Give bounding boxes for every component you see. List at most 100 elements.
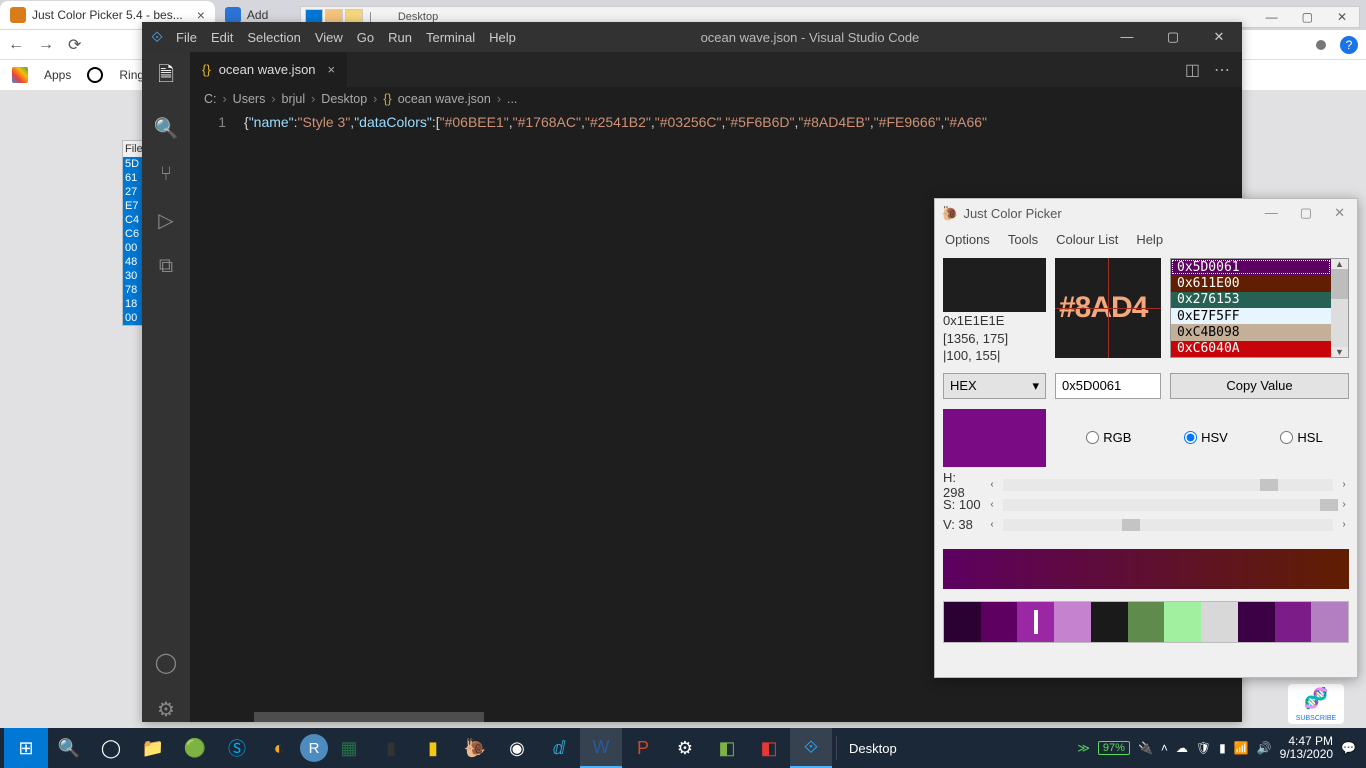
menu-run[interactable]: Run <box>388 30 412 45</box>
more-actions-icon[interactable]: ⋯ <box>1214 60 1230 80</box>
menu-terminal[interactable]: Terminal <box>426 30 475 45</box>
palette-swatch[interactable] <box>1238 602 1275 642</box>
forward-icon[interactable]: → <box>38 36 54 54</box>
crumb[interactable]: brjul <box>282 92 306 106</box>
help-badge-icon[interactable]: ? <box>1340 36 1358 54</box>
explorer-row[interactable]: C6 <box>123 227 143 241</box>
hex-value-input[interactable]: 0x5D0061 <box>1055 373 1161 399</box>
menu-colour-list[interactable]: Colour List <box>1056 232 1118 247</box>
menu-view[interactable]: View <box>315 30 343 45</box>
menu-edit[interactable]: Edit <box>211 30 233 45</box>
v-slider[interactable] <box>1003 519 1333 531</box>
radio-hsv[interactable]: HSV <box>1184 430 1228 445</box>
crumb[interactable]: C: <box>204 92 217 106</box>
vscode-close-icon[interactable]: ✕ <box>1196 29 1242 45</box>
slider-left-icon[interactable]: ‹ <box>987 519 997 530</box>
radio-rgb[interactable]: RGB <box>1086 430 1131 445</box>
apps-label[interactable]: Apps <box>44 68 71 82</box>
ring-icon[interactable] <box>87 67 103 83</box>
palette-swatch[interactable] <box>981 602 1018 642</box>
palette-swatch[interactable] <box>1128 602 1165 642</box>
reload-icon[interactable]: ⟳ <box>68 35 81 55</box>
h-slider[interactable] <box>1003 479 1333 491</box>
palette-swatch[interactable] <box>1091 602 1128 642</box>
color-list-item[interactable]: 0x611E00 <box>1171 275 1331 291</box>
explorer-row[interactable]: 18 <box>123 297 143 311</box>
volume-icon[interactable]: 🔊 <box>1257 741 1272 755</box>
color-list-item[interactable]: 0x5D0061 <box>1171 259 1331 275</box>
bg-minimize-icon[interactable]: — <box>1266 10 1278 24</box>
explorer-row[interactable]: 00 <box>123 311 143 325</box>
picker-titlebar[interactable]: 🐌 Just Color Picker — ▢ ✕ <box>935 199 1357 227</box>
palette-swatch[interactable] <box>1311 602 1348 642</box>
powerbi-icon[interactable]: ▮ <box>412 728 454 768</box>
powerbi-dark-icon[interactable]: ▮ <box>370 728 412 768</box>
accounts-icon[interactable]: ◯ <box>155 650 177 675</box>
crumb[interactable]: ... <box>507 92 517 106</box>
slider-left-icon[interactable]: ‹ <box>987 479 997 490</box>
onedrive-icon[interactable]: ☁ <box>1176 741 1188 755</box>
powerpoint-icon[interactable]: P <box>622 728 664 768</box>
vscode-maximize-icon[interactable]: ▢ <box>1150 29 1196 45</box>
tab-ocean-wave[interactable]: {} ocean wave.json × <box>190 52 347 87</box>
dashlane-icon[interactable]: ◉ <box>496 728 538 768</box>
colorpicker-icon[interactable]: 🐌 <box>454 728 496 768</box>
picker-maximize-icon[interactable]: ▢ <box>1300 205 1312 221</box>
palette-swatch[interactable] <box>1201 602 1238 642</box>
avatar-dot-icon[interactable] <box>1316 40 1326 50</box>
word-icon[interactable]: W <box>580 728 622 768</box>
menu-selection[interactable]: Selection <box>247 30 300 45</box>
menu-file[interactable]: File <box>176 30 197 45</box>
format-select[interactable]: HEX ▾ <box>943 373 1046 399</box>
snagit-icon[interactable]: ◐ <box>258 728 300 768</box>
search-icon[interactable]: 🔍 <box>154 116 179 141</box>
slider-right-icon[interactable]: › <box>1339 479 1349 490</box>
settings-icon[interactable]: ⚙ <box>664 728 706 768</box>
explorer-row[interactable]: E7 <box>123 199 143 213</box>
vscode-taskbar-icon[interactable]: ⟐ <box>790 728 832 768</box>
run-debug-icon[interactable]: ▷ <box>158 208 173 233</box>
palette-swatch[interactable] <box>1275 602 1312 642</box>
recorder-icon[interactable]: ◧ <box>748 728 790 768</box>
start-button[interactable]: ⊞ <box>4 728 48 768</box>
explorer-row[interactable]: 48 <box>123 255 143 269</box>
subscribe-badge[interactable]: SUBSCRIBE <box>1288 684 1344 724</box>
explorer-row[interactable]: 61 <box>123 171 143 185</box>
scroll-up-icon[interactable]: ▲ <box>1335 259 1344 269</box>
yandex-icon[interactable]: ◯ <box>90 728 132 768</box>
defender-icon[interactable]: 🛡 <box>1196 741 1211 755</box>
crumb[interactable]: Users <box>233 92 266 106</box>
bg-maximize-icon[interactable]: ▢ <box>1302 10 1313 24</box>
source-control-icon[interactable]: ⑂ <box>160 163 172 186</box>
scroll-down-icon[interactable]: ▼ <box>1335 347 1344 357</box>
palette-swatch[interactable] <box>1054 602 1091 642</box>
vscode-minimize-icon[interactable]: — <box>1104 29 1150 45</box>
back-icon[interactable]: ← <box>8 36 24 54</box>
horizontal-scrollbar[interactable] <box>244 712 1232 722</box>
desktop-label[interactable]: Desktop <box>841 741 905 756</box>
slider-right-icon[interactable]: › <box>1339 519 1349 530</box>
explorer-row[interactable]: 78 <box>123 283 143 297</box>
gradient-strip[interactable] <box>943 549 1349 589</box>
explorer-row[interactable]: 00 <box>123 241 143 255</box>
scrollbar-thumb[interactable] <box>1331 269 1348 299</box>
radio-hsl[interactable]: HSL <box>1280 430 1322 445</box>
battery-icon[interactable]: ▮ <box>1219 741 1226 755</box>
copy-value-button[interactable]: Copy Value <box>1170 373 1349 399</box>
apps-icon[interactable] <box>12 67 28 83</box>
notifications-icon[interactable]: 💬 <box>1341 741 1356 755</box>
settings-gear-icon[interactable]: ⚙ <box>157 697 175 722</box>
menu-options[interactable]: Options <box>945 232 990 247</box>
excel-icon[interactable]: ▦ <box>328 728 370 768</box>
wifi-icon[interactable]: 📶 <box>1234 741 1249 755</box>
explorer-row[interactable]: 5D <box>123 157 143 171</box>
tray-chevron-icon[interactable]: ˄ <box>1161 741 1168 755</box>
slider-right-icon[interactable]: › <box>1339 499 1349 510</box>
chrome-icon[interactable]: 🟢 <box>174 728 216 768</box>
picker-minimize-icon[interactable]: — <box>1265 205 1278 221</box>
menu-help[interactable]: Help <box>489 30 516 45</box>
tab-close-icon[interactable]: × <box>328 62 336 77</box>
menu-help[interactable]: Help <box>1136 232 1163 247</box>
palette-swatch[interactable] <box>1017 602 1054 642</box>
scrollbar-thumb[interactable] <box>254 712 484 722</box>
